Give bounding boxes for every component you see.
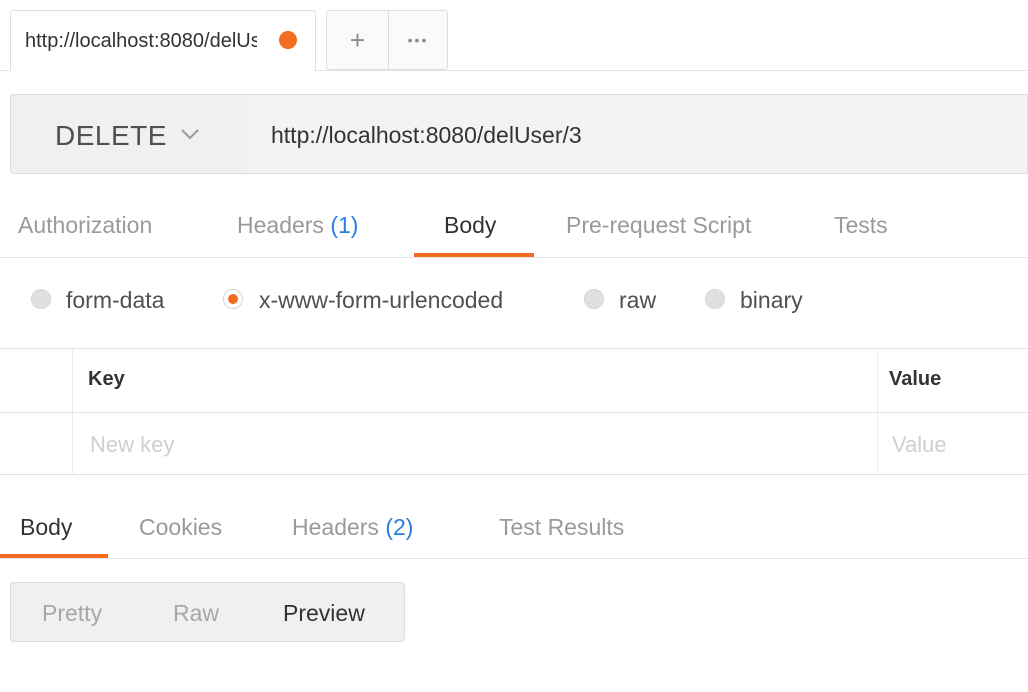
response-tabs-divider bbox=[0, 558, 1028, 559]
response-tab-headers[interactable]: Headers (2) bbox=[292, 514, 413, 541]
view-mode-pretty[interactable]: Pretty bbox=[42, 600, 102, 627]
request-tab[interactable]: http://localhost:8080/delUser/3 bbox=[10, 10, 316, 71]
chevron-down-icon bbox=[181, 129, 199, 140]
radio-label-x-www-form-urlencoded[interactable]: x-www-form-urlencoded bbox=[259, 287, 503, 314]
method-label: DELETE bbox=[55, 120, 167, 151]
tab-headers[interactable]: Headers (1) bbox=[237, 212, 358, 239]
active-response-tab-indicator bbox=[0, 554, 108, 558]
request-tab-label: http://localhost:8080/delUser/3 bbox=[25, 30, 257, 52]
new-tab-button[interactable]: + bbox=[326, 10, 389, 70]
view-mode-raw[interactable]: Raw bbox=[173, 600, 219, 627]
request-tabs-divider bbox=[0, 257, 1028, 258]
tab-tests[interactable]: Tests bbox=[834, 212, 888, 239]
response-tab-cookies[interactable]: Cookies bbox=[139, 514, 222, 541]
tab-authorization[interactable]: Authorization bbox=[18, 212, 152, 239]
radio-label-binary[interactable]: binary bbox=[740, 287, 803, 314]
unsaved-dot-icon bbox=[279, 31, 297, 49]
body-type-options: form-data x-www-form-urlencoded raw bina… bbox=[0, 270, 1028, 332]
radio-label-form-data[interactable]: form-data bbox=[66, 287, 164, 314]
value-column-header: Value bbox=[889, 368, 942, 390]
url-value: http://localhost:8080/delUser/3 bbox=[271, 122, 582, 148]
response-tab-test-results[interactable]: Test Results bbox=[499, 514, 624, 541]
method-select[interactable]: DELETE bbox=[10, 94, 248, 174]
radio-label-raw[interactable]: raw bbox=[619, 287, 656, 314]
kv-table-header-border bbox=[0, 412, 1028, 413]
plus-icon: + bbox=[349, 25, 366, 55]
active-tab-indicator bbox=[414, 253, 534, 257]
view-mode-toggle: Pretty Raw Preview bbox=[10, 582, 405, 642]
url-input[interactable]: http://localhost:8080/delUser/3 bbox=[247, 94, 1028, 174]
more-tabs-button[interactable]: ••• bbox=[388, 10, 448, 70]
kv-table-bottom-border bbox=[0, 474, 1028, 475]
key-column-header: Key bbox=[88, 368, 125, 390]
new-value-input[interactable]: Value bbox=[892, 432, 947, 458]
response-tab-body[interactable]: Body bbox=[20, 514, 72, 541]
tab-pre-request-script[interactable]: Pre-request Script bbox=[566, 212, 751, 239]
kv-table-top-border bbox=[0, 348, 1028, 349]
radio-x-www-form-urlencoded[interactable] bbox=[223, 289, 243, 309]
radio-raw[interactable] bbox=[584, 289, 604, 309]
response-headers-count: (2) bbox=[385, 514, 414, 540]
new-key-input[interactable]: New key bbox=[90, 432, 174, 458]
ellipsis-icon: ••• bbox=[407, 32, 429, 48]
tab-body[interactable]: Body bbox=[444, 212, 496, 239]
headers-count: (1) bbox=[330, 212, 359, 238]
view-mode-preview[interactable]: Preview bbox=[283, 600, 365, 627]
radio-binary[interactable] bbox=[705, 289, 725, 309]
radio-form-data[interactable] bbox=[31, 289, 51, 309]
request-tabs: Authorization Headers (1) Body Pre-reque… bbox=[0, 196, 1028, 258]
